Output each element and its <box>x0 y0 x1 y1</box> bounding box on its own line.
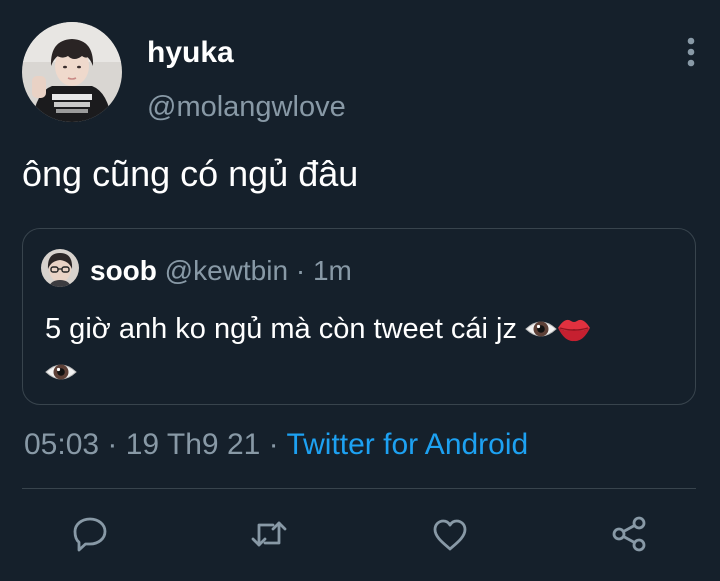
retweet-button[interactable] <box>249 514 289 554</box>
reply-icon <box>73 517 107 552</box>
author-display-name[interactable]: hyuka <box>147 38 234 68</box>
quoted-author-avatar[interactable] <box>41 249 79 287</box>
quoted-separator: · <box>288 255 313 286</box>
meta-separator: · <box>99 428 126 461</box>
quoted-handle: @kewtbin · 1m <box>165 255 352 286</box>
quoted-text-content: 5 giờ anh ko ngủ mà còn tweet cái jz <box>45 313 518 345</box>
divider <box>22 488 696 489</box>
eye-emoji <box>45 357 77 397</box>
retweet-icon <box>251 521 287 547</box>
eye-emoji <box>525 314 557 354</box>
more-options-button[interactable] <box>680 36 702 68</box>
avatar-photo <box>22 22 122 122</box>
share-icon <box>612 516 646 552</box>
lips-emoji <box>557 314 591 354</box>
meta-separator: · <box>260 428 287 461</box>
share-button[interactable] <box>610 514 650 554</box>
tweet-text: ông cũng có ngủ đâu <box>22 153 359 194</box>
reply-button[interactable] <box>70 514 110 554</box>
tweet-time: 05:03 <box>24 428 100 461</box>
quoted-tweet-text: 5 giờ anh ko ngủ mà còn tweet cái jz <box>45 311 675 397</box>
more-vertical-icon <box>687 37 695 67</box>
heart-icon <box>433 519 467 551</box>
quoted-tweet-header: soob @kewtbin · 1m <box>90 257 352 285</box>
quoted-display-name[interactable]: soob <box>90 255 157 286</box>
author-handle[interactable]: @molangwlove <box>147 93 346 122</box>
tweet-meta: 05:03 · 19 Th9 21 · Twitter for Android <box>24 430 528 460</box>
like-button[interactable] <box>430 514 470 554</box>
quoted-handle-text[interactable]: @kewtbin <box>165 255 288 286</box>
tweet-source-link[interactable]: Twitter for Android <box>286 428 528 461</box>
quoted-avatar-photo <box>41 249 79 287</box>
tweet-date: 19 Th9 21 <box>125 428 261 461</box>
quoted-tweet-card[interactable]: soob @kewtbin · 1m 5 giờ anh ko ngủ mà c… <box>22 228 696 405</box>
quoted-time: 1m <box>312 255 352 286</box>
author-avatar[interactable] <box>22 22 122 122</box>
